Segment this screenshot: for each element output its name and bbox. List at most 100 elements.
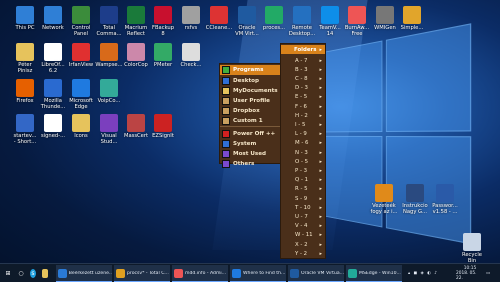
search-button[interactable]: ○: [16, 265, 26, 281]
chevron-right-icon: ▸: [319, 213, 322, 220]
folder-letter-item[interactable]: F - 6 ▸: [281, 102, 325, 111]
taskbar-task[interactable]: procsv* - Total C...: [114, 265, 170, 282]
taskbar-task-label: Where to Find th...: [243, 270, 286, 276]
folder-letter-label: Q - 1: [295, 177, 309, 184]
menu-item-label: User Profile: [233, 98, 270, 104]
chevron-right-icon: ▸: [319, 112, 322, 119]
folder-letter-label: T - 10: [295, 204, 311, 211]
desktop-icon-label: VoipCo...: [97, 98, 121, 104]
taskbar-task[interactable]: mdd.info - Admi...: [172, 265, 228, 282]
folder-letter-item[interactable]: T - 10 ▸: [281, 203, 325, 212]
chevron-right-icon: ▸: [319, 131, 322, 138]
chevron-right-icon: ▸: [319, 204, 322, 211]
menu-item-label: Others: [233, 161, 255, 167]
chevron-right-icon: ▸: [319, 85, 322, 92]
taskbar-task[interactable]: Oracle VM Virtua...: [288, 265, 344, 282]
tray-icons: ▴ ◼ ◈ ◐ ♪: [408, 270, 438, 276]
folder-letter-item[interactable]: N - 3 ▸: [281, 148, 325, 157]
taskbar-task[interactable]: Where to Find th...: [230, 265, 286, 282]
taskbar: ⊞ ○ s Beérkezett üzene... procsv* - Total…: [0, 263, 500, 282]
folder-letter-item[interactable]: P - 3 ▸: [281, 166, 325, 175]
check-icon: [182, 43, 200, 61]
folder-letter-item[interactable]: U - 7 ▸: [281, 212, 325, 221]
folder-letter-label: B - 3: [295, 66, 308, 73]
menu-item-label: Dropbox: [233, 108, 260, 114]
system-tray[interactable]: ▴ ◼ ◈ ◐ ♪: [408, 265, 456, 281]
folder-letter-item[interactable]: B - 3 ▸: [281, 65, 325, 74]
chevron-right-icon: ▸: [319, 167, 322, 174]
folder-letter-item[interactable]: R - 5 ▸: [281, 185, 325, 194]
menu-item-label: Power Off ++: [233, 131, 276, 137]
folder-letter-label: R - 5: [295, 186, 308, 193]
folder-letter-label: N - 3: [295, 149, 308, 156]
desktop-icon[interactable]: Simple...: [388, 5, 436, 49]
folder-letter-item[interactable]: Y - 2 ▸: [281, 249, 325, 258]
folder-letter-item[interactable]: O - 5 ▸: [281, 157, 325, 166]
launcher-menu: Programs▸Desktop▸MyDocuments▸User Profil…: [219, 63, 287, 168]
menu-item[interactable]: Others▸: [220, 159, 286, 169]
folder-letter-item[interactable]: S - 9 ▸: [281, 194, 325, 203]
folder-letter-item[interactable]: V - 4 ▸: [281, 222, 325, 231]
folder-letter-item[interactable]: L - 9 ▸: [281, 130, 325, 139]
skype-button[interactable]: s: [28, 265, 38, 281]
taskbar-task[interactable]: MSEdge - Win10...: [346, 265, 402, 282]
menu-item[interactable]: Power Off ++▸: [220, 129, 286, 139]
folder-letter-label: P - 3: [295, 167, 308, 174]
folder-letter-item[interactable]: E - 5 ▸: [281, 93, 325, 102]
browser-icon: [174, 268, 183, 278]
clock[interactable]: 10:15 2018. 05. 22.: [456, 265, 484, 281]
desktop-icon-label: Simple...: [400, 25, 424, 31]
menu-item[interactable]: Dropbox▸: [220, 106, 286, 116]
folder-letter-item[interactable]: W - 11 ▸: [281, 231, 325, 240]
folder-letter-label: X - 2: [295, 241, 308, 248]
mail-icon: [58, 268, 67, 278]
folder-letter-item[interactable]: M - 6 ▸: [281, 139, 325, 148]
chevron-right-icon: ▸: [319, 195, 322, 202]
desktop-icon-label: Check...: [180, 62, 202, 68]
simple-icon: [403, 6, 421, 24]
menu-item[interactable]: Desktop▸: [220, 76, 286, 86]
folder-letter-label: S - 9: [295, 195, 308, 202]
menu-item[interactable]: MyDocuments▸: [220, 86, 286, 96]
taskbar-task-label: Oracle VM Virtua...: [300, 270, 344, 276]
edge-icon: [232, 268, 241, 278]
menu-item-icon: [222, 107, 230, 115]
chevron-right-icon: ▸: [319, 57, 322, 64]
windows-icon: ⊞: [5, 269, 11, 277]
folder-letter-item[interactable]: H - 2 ▸: [281, 111, 325, 120]
chevron-right-icon: ▸: [319, 241, 322, 248]
folder-letter-item[interactable]: X - 2 ▸: [281, 240, 325, 249]
desktop-icon[interactable]: Check...: [167, 42, 215, 86]
desktop-icon[interactable]: Passwor... v1.58 - ...: [421, 183, 469, 227]
folder-letter-item[interactable]: I - 5 ▸: [281, 120, 325, 129]
chevron-right-icon: ▸: [319, 103, 322, 110]
folder-letter-label: C - 8: [295, 75, 308, 82]
folder-letter-label: V - 4: [295, 223, 308, 230]
menu-item[interactable]: Custom 1▸: [220, 116, 286, 126]
virtualbox-icon: [290, 268, 299, 278]
taskbar-task-label: mdd.info - Admi...: [185, 270, 227, 276]
menu-item[interactable]: Most Used▸: [220, 149, 286, 159]
menu-item-label: System: [233, 141, 257, 147]
folder-letter-item[interactable]: C - 8 ▸: [281, 74, 325, 83]
window-icon: [348, 268, 357, 278]
explorer-button[interactable]: [40, 265, 50, 281]
menu-item[interactable]: User Profile▸: [220, 96, 286, 106]
desktop-icon[interactable]: EZSignIt: [139, 113, 187, 157]
menu-item[interactable]: Programs▸: [220, 65, 286, 75]
folder-letter-item[interactable]: A - 7 ▸: [281, 56, 325, 65]
menu-item[interactable]: System▸: [220, 139, 286, 149]
start-button[interactable]: ⊞: [2, 265, 14, 281]
folders-submenu: Folders ▸ A - 7 ▸ B - 3 ▸ C - 8 ▸ D - 3 ▸ E - 5 ▸…: [280, 43, 326, 259]
taskbar-task[interactable]: Beérkezett üzene...: [56, 265, 112, 282]
folder-letter-item[interactable]: Q - 1 ▸: [281, 176, 325, 185]
chevron-right-icon: ▸: [319, 186, 322, 193]
menu-item-label: Custom 1: [233, 118, 263, 124]
folder-icon: [42, 268, 48, 278]
folder-letter-item[interactable]: D - 3 ▸: [281, 84, 325, 93]
voip-icon: [100, 79, 118, 97]
ezsignit-icon: [154, 114, 172, 132]
notification-button[interactable]: ▭: [486, 265, 498, 281]
menu-item-icon: [222, 140, 230, 148]
folders-header[interactable]: Folders ▸: [281, 45, 325, 54]
